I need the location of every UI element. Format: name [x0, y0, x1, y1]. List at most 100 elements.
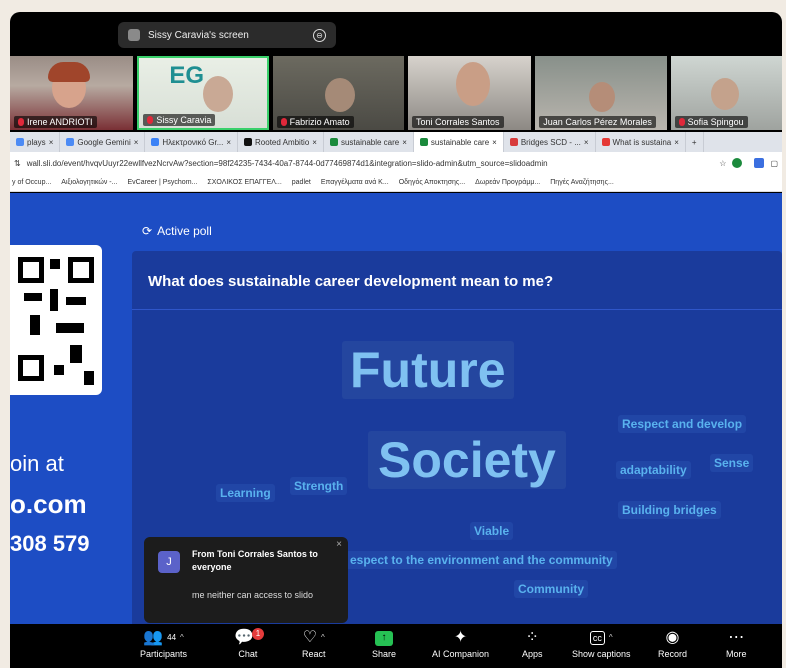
- participant-tile[interactable]: Sofia Spingou: [670, 56, 782, 130]
- ai-companion-button[interactable]: ✦ AI Companion: [432, 627, 489, 659]
- browser-tab[interactable]: sustainable care ×: [324, 132, 414, 152]
- bookmarks-bar: y of Occup... Αιξιολογητικών -... EvCare…: [10, 174, 782, 192]
- participants-icon: 👥: [143, 629, 164, 646]
- participants-button[interactable]: 👥 44 ^ Participants: [140, 627, 187, 659]
- browser-tab[interactable]: Google Gemini ×: [60, 132, 146, 152]
- active-poll-label: ⟳ Active poll: [142, 224, 212, 238]
- participant-name: Sissy Caravia: [143, 114, 216, 126]
- bookmark-item[interactable]: Δωρεάν Προγράμμ...: [475, 179, 540, 186]
- participant-name: Juan Carlos Pérez Morales: [539, 116, 656, 128]
- chevron-up-icon[interactable]: ^: [321, 627, 325, 649]
- word-cloud-word: Viable: [470, 522, 514, 540]
- captions-icon: cc: [589, 631, 605, 645]
- react-button[interactable]: ♡ ^ React: [302, 627, 326, 659]
- browser-tab[interactable]: Bridges SCD - ... ×: [504, 132, 596, 152]
- chat-notification[interactable]: J From Toni Corrales Santos to everyone …: [144, 537, 348, 623]
- extensions-icon[interactable]: ▢: [770, 159, 778, 168]
- apps-icon: ⁘: [525, 629, 539, 646]
- word-cloud-word: Sense: [710, 454, 754, 472]
- bookmark-item[interactable]: Επαγγέλματα ανά Κ...: [321, 179, 389, 186]
- bookmark-star-icon[interactable]: ☆: [719, 159, 726, 168]
- chat-icon: 💬: [234, 629, 254, 646]
- browser-tab-bar: plays × Google Gemini × Ηλεκτρονικό Gr... ×…: [10, 132, 782, 152]
- muted-mic-icon: [147, 116, 154, 124]
- participant-name: Sofia Spingou: [674, 116, 748, 128]
- meeting-window: Sissy Caravia's screen ⊖ Irene ANDRIOTI …: [10, 12, 782, 668]
- site-info-icon[interactable]: ⇅: [14, 159, 21, 168]
- share-banner-title: Sissy Caravia's screen: [148, 29, 249, 41]
- word-cloud-word: Learning: [216, 484, 275, 502]
- bookmark-item[interactable]: Οδηγός Αποκτησης...: [399, 179, 465, 186]
- record-button[interactable]: ◉ Record: [658, 627, 687, 659]
- participant-tile[interactable]: Fabrizio Amato: [272, 56, 404, 130]
- browser-tab-active[interactable]: sustainable care ×: [413, 132, 504, 152]
- new-tab-button[interactable]: +: [686, 132, 704, 152]
- address-bar[interactable]: ⇅ wall.sli.do/event/hvqvUuyr22ewllfvezNc…: [10, 152, 782, 174]
- close-tab-icon[interactable]: ×: [134, 138, 139, 147]
- chevron-up-icon[interactable]: ^: [180, 627, 184, 649]
- muted-mic-icon: [18, 118, 24, 126]
- url-text[interactable]: wall.sli.do/event/hvqvUuyr22ewllfvezNcrv…: [21, 159, 720, 168]
- join-domain: o.com: [10, 489, 87, 519]
- tab-favicon-icon: [16, 138, 24, 146]
- participant-tile[interactable]: Irene ANDRIOTI: [10, 56, 134, 130]
- browser-tab[interactable]: Rooted Ambitio ×: [238, 132, 324, 152]
- bookmark-item[interactable]: Πηγές Αναζήτησης...: [550, 179, 614, 186]
- join-code: 308 579: [10, 531, 90, 556]
- close-tab-icon[interactable]: ×: [226, 138, 231, 147]
- extension-icon[interactable]: [732, 158, 743, 168]
- sparkle-icon: ✦: [453, 629, 468, 646]
- browser-tab[interactable]: plays ×: [10, 132, 61, 152]
- participant-name: Irene ANDRIOTI: [14, 116, 97, 128]
- chat-button[interactable]: 💬1^ Chat: [234, 627, 264, 659]
- muted-mic-icon: [678, 118, 685, 126]
- slido-icon: [329, 138, 338, 146]
- divider: [132, 309, 782, 310]
- close-tab-icon[interactable]: ×: [312, 138, 317, 147]
- bookmark-item[interactable]: ΣΧΟΛΙΚΟΣ ΕΠΑΓΓΕΛ...: [207, 179, 281, 186]
- eg-logo: EG: [169, 62, 205, 89]
- close-tab-icon[interactable]: ×: [402, 138, 407, 147]
- gemini-icon: [66, 138, 75, 146]
- bookmark-item[interactable]: padlet: [292, 179, 311, 186]
- close-tab-icon[interactable]: ×: [49, 138, 54, 147]
- word-cloud-word: Respect and develop: [618, 415, 747, 433]
- slido-icon: [419, 138, 428, 146]
- poll-question: What does sustainable career development…: [148, 273, 554, 290]
- bookmark-item[interactable]: y of Occup...: [12, 179, 51, 186]
- participants-strip: Irene ANDRIOTI EG Sissy Caravia Fabrizio…: [10, 56, 782, 130]
- participant-name: Fabrizio Amato: [276, 116, 354, 128]
- bookmark-item[interactable]: EvCareer | Psychom...: [127, 179, 197, 186]
- close-tab-icon[interactable]: ×: [674, 138, 679, 147]
- word-cloud-word: adaptability: [616, 461, 691, 479]
- screen-share-banner[interactable]: Sissy Caravia's screen ⊖: [118, 22, 336, 48]
- participant-tile[interactable]: Juan Carlos Pérez Morales: [535, 56, 667, 130]
- more-button[interactable]: ⋯ More: [726, 627, 747, 659]
- view-options-icon[interactable]: ⊖: [313, 28, 326, 42]
- participant-tile[interactable]: Toni Corrales Santos: [407, 56, 532, 130]
- participant-video: [710, 78, 739, 110]
- poll-icon: ⟳: [142, 224, 153, 238]
- close-tab-icon[interactable]: ×: [584, 138, 589, 147]
- chat-badge: 1: [252, 628, 264, 640]
- muted-mic-icon: [280, 118, 287, 126]
- participant-hair: [48, 62, 90, 82]
- meeting-toolbar: 👥44^ Participants 💬1^ Chat ♡^ React ↑ Sh…: [10, 624, 782, 668]
- sender-avatar: J: [158, 551, 180, 573]
- show-captions-button[interactable]: cc ^ Show captions: [572, 627, 631, 659]
- participant-tile-active-speaker[interactable]: EG Sissy Caravia: [137, 56, 269, 130]
- close-icon[interactable]: ×: [336, 539, 342, 550]
- word-cloud-word: Society: [368, 431, 566, 489]
- chat-sender: From Toni Corrales Santos to everyone: [192, 549, 318, 572]
- participant-video: [589, 82, 616, 112]
- apps-button[interactable]: ⁘ Apps: [522, 627, 543, 659]
- bookmark-item[interactable]: Αιξιολογητικών -...: [61, 179, 117, 186]
- join-text: oin at: [10, 451, 64, 476]
- chevron-up-icon[interactable]: ^: [609, 627, 613, 649]
- extension-icon[interactable]: [754, 158, 765, 168]
- browser-tab[interactable]: Ηλεκτρονικό Gr... ×: [145, 132, 239, 152]
- browser-tab[interactable]: What is sustaina ×: [596, 132, 686, 152]
- more-icon: ⋯: [728, 629, 745, 646]
- close-tab-icon[interactable]: ×: [492, 138, 497, 147]
- share-button[interactable]: ↑ Share: [372, 627, 396, 659]
